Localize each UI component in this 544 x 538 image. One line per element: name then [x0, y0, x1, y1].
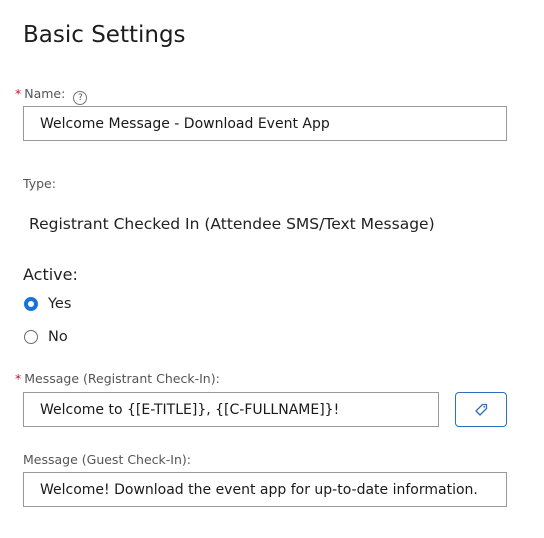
guest-message-label: Message (Guest Check-In): [23, 452, 191, 467]
guest-message-input[interactable] [23, 472, 507, 507]
registrant-message-label: Message (Registrant Check-In): [24, 371, 220, 386]
required-mark: * [15, 371, 22, 386]
insert-tag-button[interactable] [455, 392, 507, 427]
radio-no[interactable] [24, 330, 38, 344]
name-label: Name: [24, 86, 66, 101]
required-mark: * [15, 86, 22, 101]
page-title: Basic Settings [23, 22, 186, 48]
active-option-yes[interactable]: Yes [24, 296, 71, 312]
registrant-message-input[interactable] [23, 392, 439, 427]
radio-yes-label: Yes [48, 296, 72, 312]
active-option-no[interactable]: No [24, 329, 68, 345]
type-value: Registrant Checked In (Attendee SMS/Text… [29, 215, 435, 233]
active-label: Active: [23, 265, 78, 284]
registrant-message-label-row: * Message (Registrant Check-In): [15, 371, 220, 386]
radio-yes[interactable] [24, 297, 38, 311]
help-icon[interactable]: ? [73, 91, 88, 105]
name-input[interactable] [23, 106, 507, 141]
type-label: Type: [23, 176, 56, 191]
tag-icon [475, 403, 488, 416]
radio-no-label: No [48, 329, 68, 345]
name-label-row: * Name:? [15, 86, 88, 105]
